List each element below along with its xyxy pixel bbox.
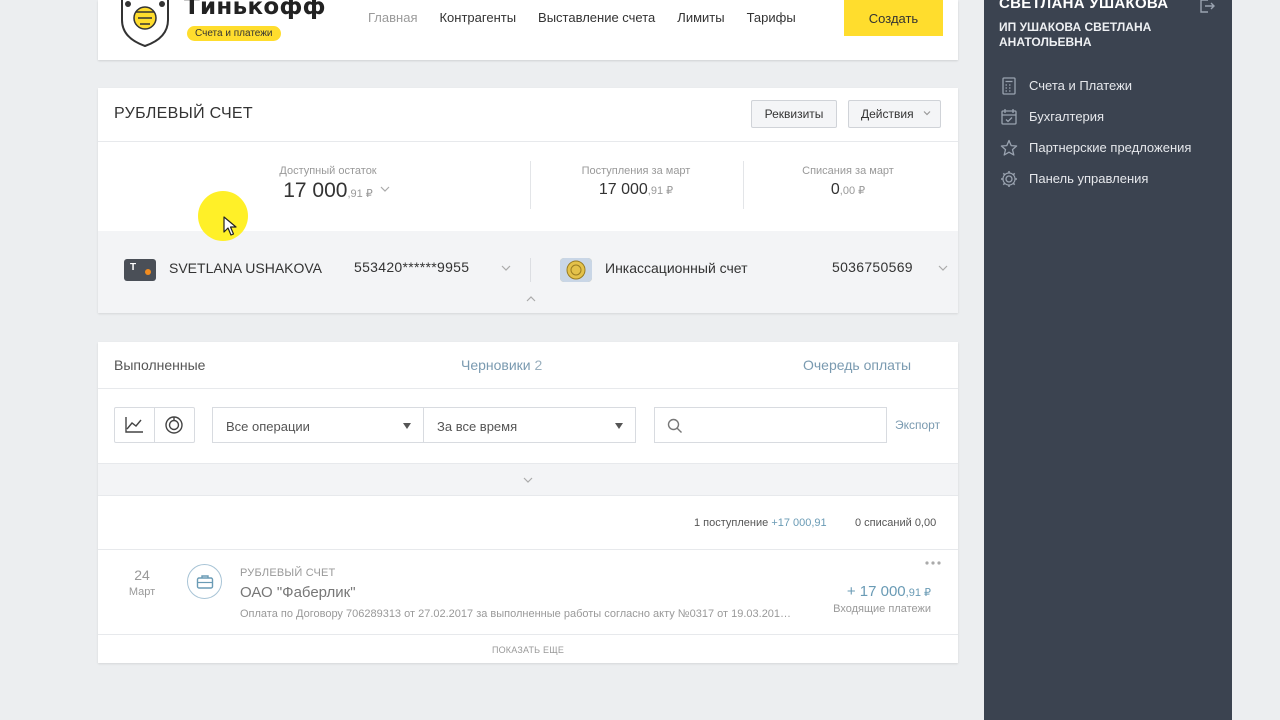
operations-tabs: Выполненные Черновики 2 Очередь оплаты <box>98 342 958 388</box>
calendar-check-icon <box>999 107 1019 127</box>
tab-payment-queue[interactable]: Очередь оплаты <box>803 357 911 373</box>
operations-card: Выполненные Черновики 2 Очередь оплаты В… <box>98 342 958 663</box>
income-summary: 1 поступление +17 000,91 <box>694 517 827 529</box>
income-label: Поступления за март <box>581 165 691 177</box>
vertical-divider <box>530 258 531 282</box>
operations-toolbar: Все операции За все время Экспорт <box>98 389 958 462</box>
logo-text: Тинькофф <box>184 0 326 20</box>
view-toggle-group <box>114 407 195 443</box>
operation-row[interactable]: 24 Март РУБЛЕВЫЙ СЧЕТ ОАО "Фаберлик" Опл… <box>98 549 958 635</box>
sidebar-item-label: Бухгалтерия <box>1029 109 1105 124</box>
operation-amount: + 17 000,91 ₽ <box>846 583 931 600</box>
card-holder[interactable]: SVETLANA USHAKOVA <box>169 260 322 276</box>
outgo-value: 0,00 ₽ <box>830 181 866 198</box>
operations-type-select[interactable]: Все операции <box>212 407 424 443</box>
outgo-summary: 0 списаний 0,00 <box>855 517 937 529</box>
sidebar-item-partners[interactable]: Партнерские предложения <box>999 132 1191 163</box>
calculator-icon <box>999 76 1019 96</box>
operation-month: Март <box>128 586 156 598</box>
collection-account-number[interactable]: 5036750569 <box>832 259 913 275</box>
nav-home[interactable]: Главная <box>368 10 417 25</box>
search-icon <box>667 418 682 433</box>
chevron-down-icon <box>923 111 931 116</box>
sidebar-item-control-panel[interactable]: Панель управления <box>999 163 1191 194</box>
logo-badge: Счета и платежи <box>187 26 281 41</box>
search-input[interactable] <box>691 408 871 440</box>
sidebar-item-label: Партнерские предложения <box>1029 140 1192 155</box>
sidebar-item-label: Панель управления <box>1029 171 1149 186</box>
operation-category: Входящие платежи <box>833 603 931 615</box>
search-field[interactable] <box>654 407 887 443</box>
chevron-up-icon[interactable] <box>526 295 536 302</box>
user-sidebar: СВЕТЛАНА УШАКОВА ИП УШАКОВА СВЕТЛАНА АНА… <box>984 0 1232 720</box>
tab-completed[interactable]: Выполненные <box>114 357 205 373</box>
period-value: За все время <box>437 419 518 434</box>
dropdown-arrow-icon <box>615 423 623 429</box>
expand-filters-band[interactable] <box>98 463 958 496</box>
top-header: Тинькофф Счета и платежи Главная Контраг… <box>98 0 958 60</box>
star-icon <box>999 138 1019 158</box>
sidebar-item-accounts[interactable]: Счета и Платежи <box>999 70 1191 101</box>
export-link[interactable]: Экспорт <box>895 418 940 432</box>
mouse-cursor-icon <box>223 216 237 236</box>
actions-label: Действия <box>861 107 914 121</box>
requisites-button[interactable]: Реквизиты <box>751 100 837 128</box>
nav-tariffs[interactable]: Тарифы <box>747 10 796 25</box>
income-stat: Поступления за март 17 000,91 ₽ <box>556 165 716 199</box>
linked-accounts-row: SVETLANA USHAKOVA 553420******9955 Инкас… <box>98 231 958 313</box>
period-select[interactable]: За все время <box>424 407 636 443</box>
chevron-down-icon[interactable] <box>938 265 948 272</box>
dropdown-arrow-icon <box>403 423 411 429</box>
chevron-down-icon <box>523 477 533 483</box>
gear-icon <box>999 169 1019 189</box>
drafts-count: 2 <box>534 357 543 373</box>
operation-day: 24 <box>134 567 150 583</box>
user-name: СВЕТЛАНА УШАКОВА <box>999 0 1169 12</box>
operation-counterparty: ОАО "Фаберлик" <box>240 584 356 601</box>
sidebar-menu: Счета и Платежи Бухгалтерия Партнерские … <box>999 70 1191 194</box>
create-button[interactable]: Создать <box>844 0 943 36</box>
tinkoff-emblem-icon[interactable] <box>114 0 176 48</box>
operations-type-value: Все операции <box>226 419 310 434</box>
outgo-label: Списания за март <box>802 165 894 177</box>
nav-contractors[interactable]: Контрагенты <box>439 10 516 25</box>
bank-card-icon <box>124 259 156 281</box>
company-name: ИП УШАКОВА СВЕТЛАНА АНАТОЛЬЕВНА <box>999 20 1152 49</box>
income-value: 17 000,91 ₽ <box>598 181 674 198</box>
vertical-divider <box>530 161 531 209</box>
operation-account-type: РУБЛЕВЫЙ СЧЕТ <box>240 567 336 579</box>
sidebar-item-accounting[interactable]: Бухгалтерия <box>999 101 1191 132</box>
tab-drafts[interactable]: Черновики 2 <box>461 357 542 373</box>
briefcase-icon <box>187 564 222 599</box>
main-nav: Главная Контрагенты Выставление счета Ли… <box>368 0 818 34</box>
outgo-stat: Списания за март 0,00 ₽ <box>768 165 928 199</box>
collection-account-label[interactable]: Инкассационный счет <box>605 260 748 276</box>
divider <box>98 141 958 142</box>
nav-limits[interactable]: Лимиты <box>677 10 724 25</box>
coins-icon <box>560 258 592 282</box>
balance-chevron-icon[interactable] <box>380 185 390 193</box>
operation-description: Оплата по Договору 706289313 от 27.02.20… <box>240 608 792 620</box>
vertical-divider <box>743 161 744 209</box>
line-chart-icon[interactable] <box>115 408 155 442</box>
more-dots-icon[interactable] <box>924 560 942 566</box>
sidebar-item-label: Счета и Платежи <box>1029 78 1133 93</box>
pie-chart-icon[interactable] <box>155 408 195 442</box>
tab-drafts-label: Черновики <box>461 357 531 373</box>
show-more-button[interactable]: ПОКАЗАТЬ ЕЩЕ <box>98 645 958 655</box>
card-number[interactable]: 553420******9955 <box>354 259 469 275</box>
chevron-down-icon[interactable] <box>501 265 511 272</box>
balance-stat: Доступный остаток 17 000,91 ₽ <box>248 165 408 203</box>
logout-icon[interactable] <box>1199 0 1215 14</box>
balance-label: Доступный остаток <box>279 165 377 177</box>
nav-invoicing[interactable]: Выставление счета <box>538 10 655 25</box>
account-title: РУБЛЕВЫЙ СЧЕТ <box>114 105 253 122</box>
actions-dropdown[interactable]: Действия <box>848 100 941 128</box>
